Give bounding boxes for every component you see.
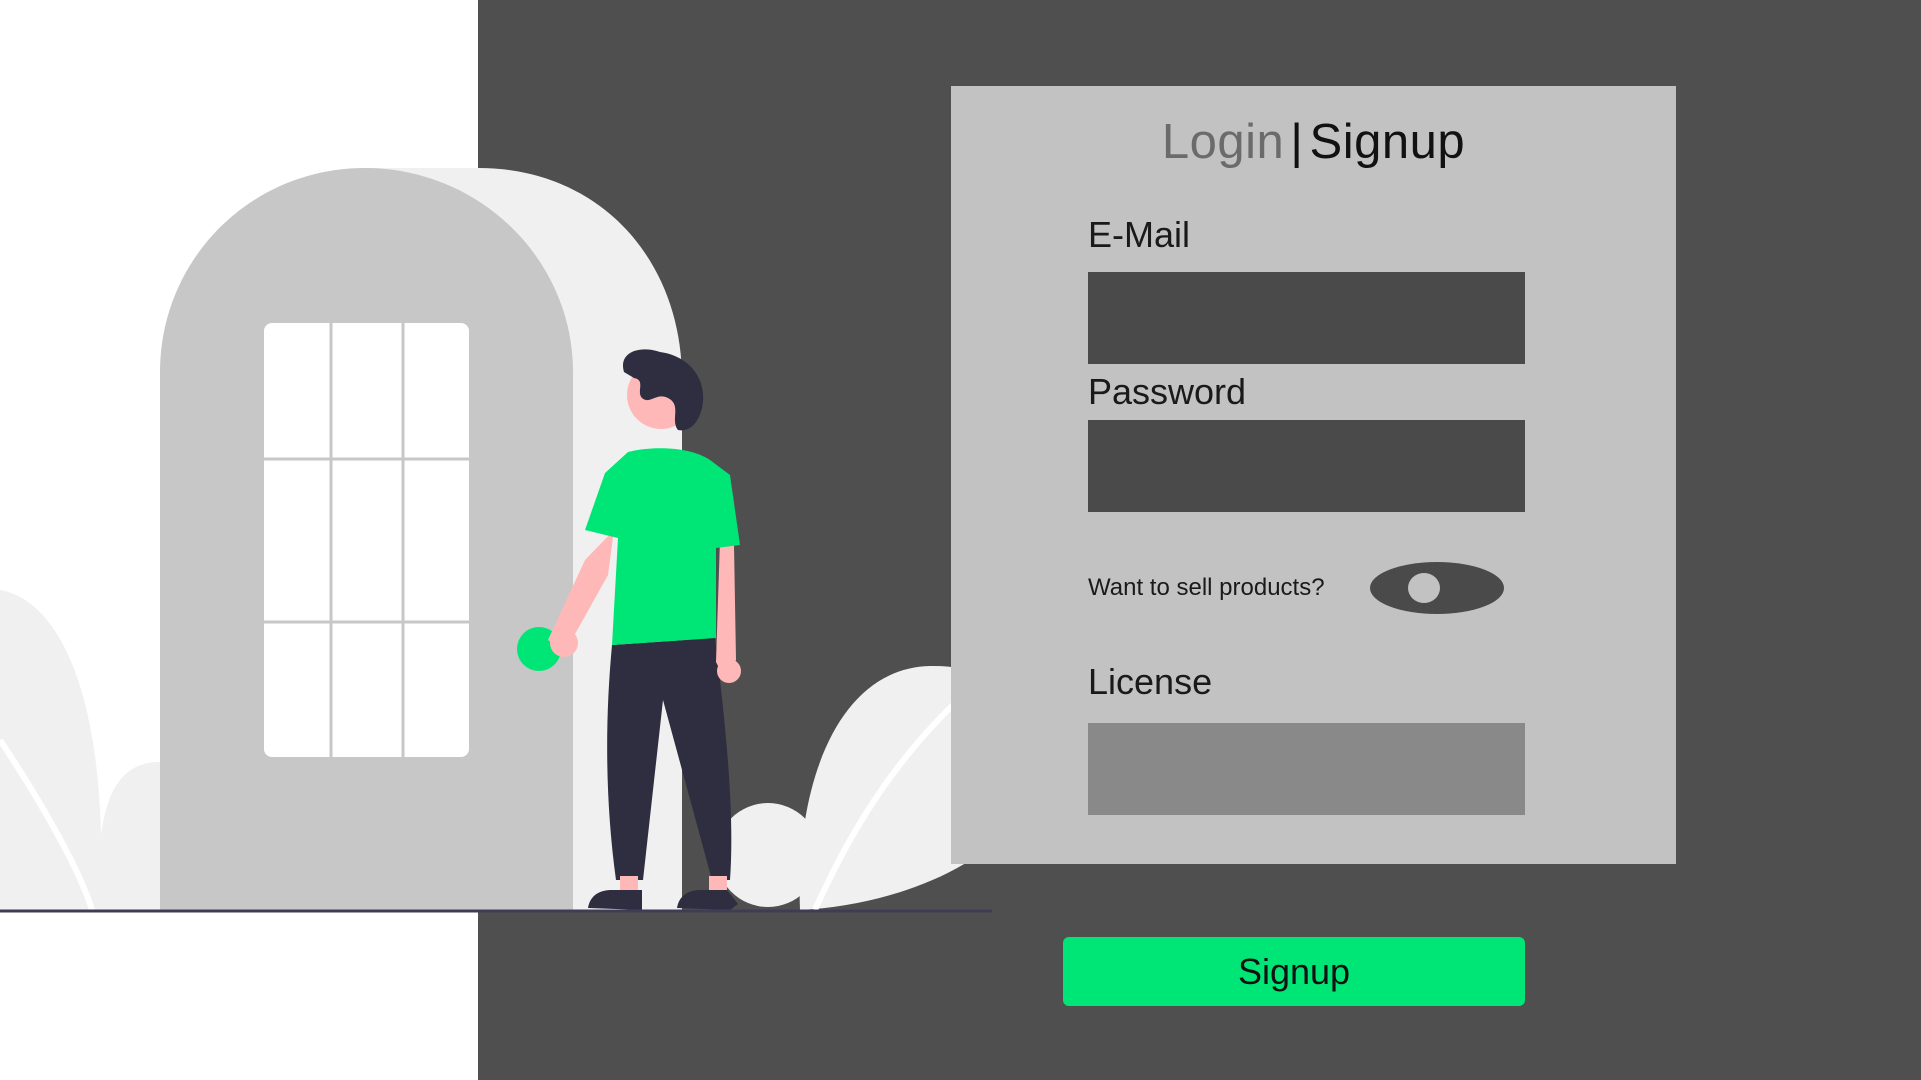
email-label: E-Mail <box>1088 214 1191 255</box>
email-field[interactable] <box>1088 272 1525 364</box>
tab-separator: | <box>1290 115 1304 169</box>
auth-tabs: Login | Signup <box>951 112 1676 172</box>
seller-toggle[interactable] <box>1370 562 1504 614</box>
license-label: License <box>1088 661 1213 702</box>
password-label: Password <box>1088 371 1247 412</box>
password-field[interactable] <box>1088 420 1525 512</box>
signup-button[interactable]: Signup <box>1063 937 1525 1006</box>
tab-login[interactable]: Login <box>1162 115 1284 169</box>
toggle-knob <box>1408 573 1440 603</box>
seller-toggle-label: Want to sell products? <box>1088 574 1325 601</box>
tab-signup[interactable]: Signup <box>1310 115 1466 169</box>
license-field[interactable] <box>1088 723 1525 815</box>
plant-left-icon <box>0 590 165 911</box>
